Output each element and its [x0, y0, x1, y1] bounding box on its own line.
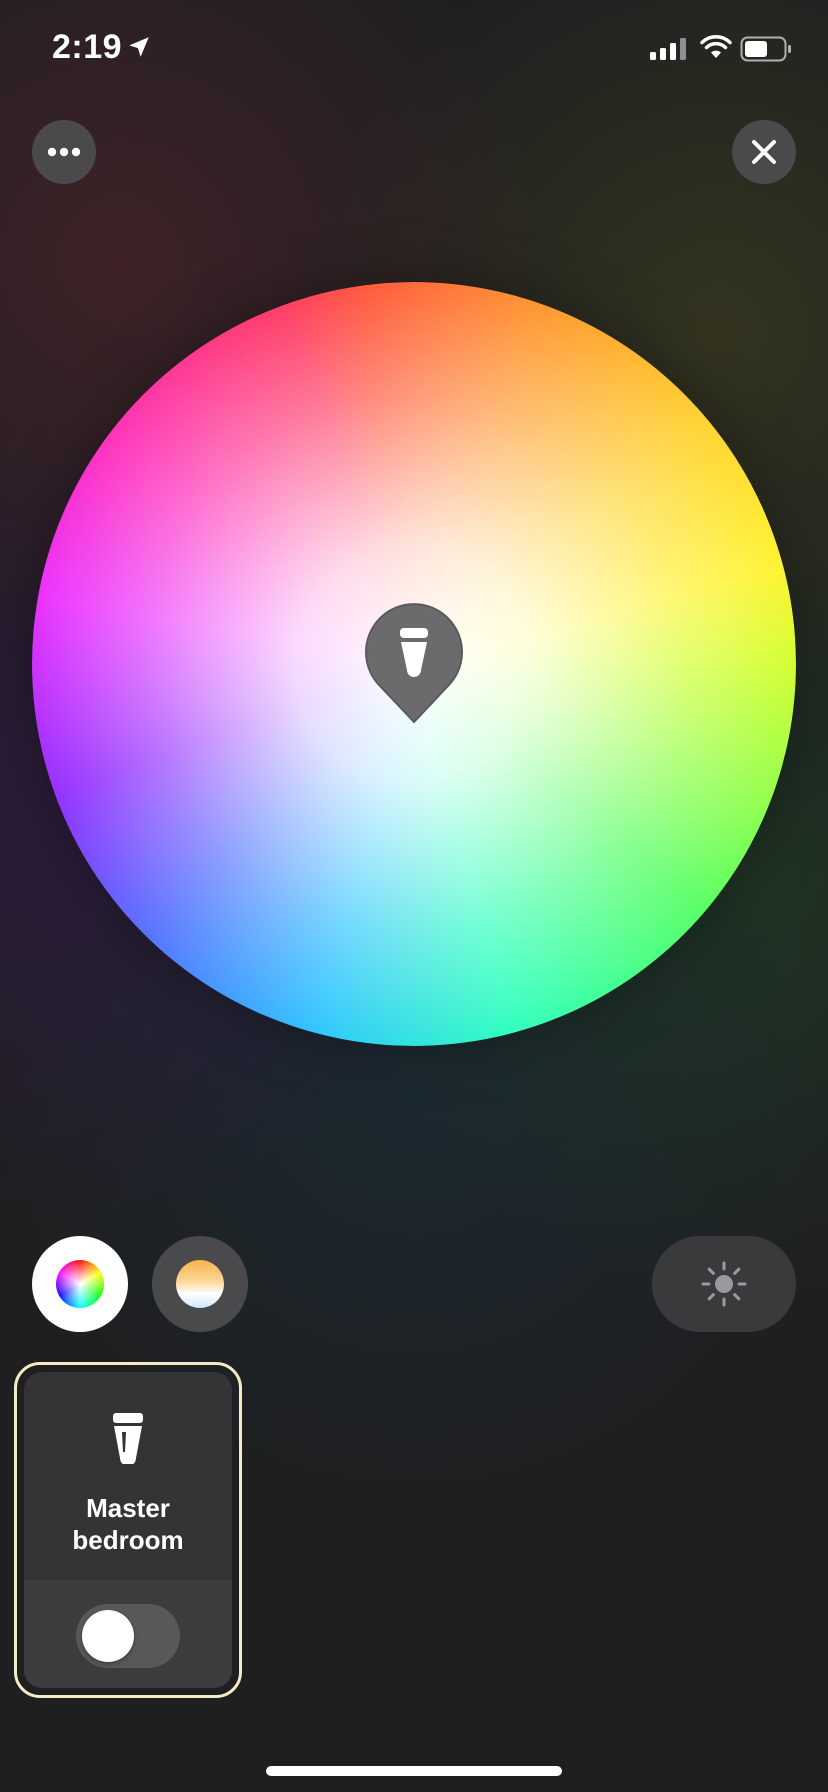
brightness-button[interactable] [652, 1236, 796, 1332]
sun-icon [701, 1261, 747, 1307]
white-ambiance-icon [176, 1260, 224, 1308]
status-time: 2:19 [52, 28, 123, 66]
close-button[interactable] [732, 120, 796, 184]
lightbulb-pin-icon[interactable] [364, 600, 464, 724]
light-card[interactable]: Master bedroom [24, 1372, 232, 1688]
color-wheel-icon [56, 1260, 104, 1308]
location-arrow-icon [129, 37, 149, 57]
cellular-signal-icon [650, 38, 686, 60]
white-mode-button[interactable] [152, 1236, 248, 1332]
light-name: Master bedroom [72, 1493, 184, 1555]
more-button[interactable] [32, 120, 96, 184]
light-power-toggle[interactable] [76, 1604, 180, 1668]
close-icon [752, 140, 776, 164]
bulb-icon [113, 1413, 143, 1464]
toggle-knob [82, 1610, 134, 1662]
battery-icon [740, 36, 791, 62]
color-mode-button[interactable] [32, 1236, 128, 1332]
home-indicator[interactable] [266, 1766, 562, 1776]
wifi-icon [700, 35, 732, 58]
more-dots-icon [47, 147, 81, 157]
